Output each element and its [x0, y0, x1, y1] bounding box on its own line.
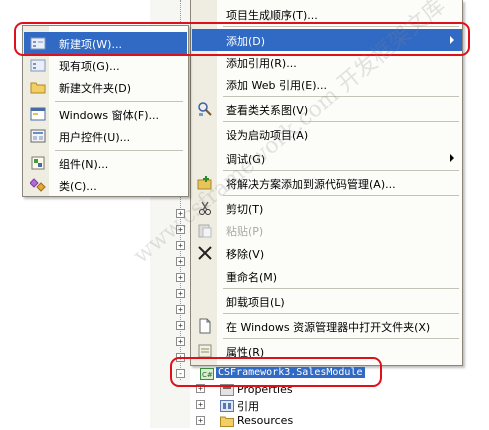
menu-separator — [223, 121, 459, 122]
menu-separator — [223, 313, 459, 314]
menu-item-add-web-reference[interactable]: 添加 Web 引用(E)... — [192, 73, 462, 95]
submenu-item-new-folder[interactable]: 新建文件夹(D) — [24, 76, 187, 98]
menu-item-unload-project[interactable]: 卸载项目(L) — [192, 290, 462, 312]
menu-item-cut[interactable]: 剪切(T) — [192, 197, 462, 219]
submenu-item-user-control[interactable]: 用户控件(U)... — [24, 125, 187, 147]
class-icon — [29, 177, 46, 193]
menu-separator — [55, 150, 183, 151]
menu-separator — [223, 338, 459, 339]
annotation-highlight-project — [170, 357, 382, 387]
tree-expander[interactable]: + — [176, 257, 185, 266]
windows-form-icon — [30, 106, 46, 122]
tree-expander[interactable]: + — [176, 321, 185, 330]
user-control-icon — [30, 128, 46, 144]
menu-separator — [223, 96, 459, 97]
scissors-icon — [197, 200, 213, 216]
menu-item-rename[interactable]: 重命名(M) — [192, 265, 462, 287]
tree-expander[interactable]: + — [176, 225, 185, 234]
tree-item-references[interactable]: 引用 — [237, 398, 259, 414]
paste-icon — [197, 222, 213, 238]
submenu-item-existing-item[interactable]: 现有项(G)... — [24, 54, 187, 76]
folder-icon — [30, 79, 46, 95]
menu-separator — [223, 288, 459, 289]
submenu-item-class[interactable]: 类(C)... — [24, 174, 187, 196]
menu-item-set-startup[interactable]: 设为启动项目(A) — [192, 123, 462, 145]
submenu-arrow-icon — [450, 154, 454, 162]
tree-expander[interactable]: + — [196, 416, 205, 425]
submenu-item-windows-form[interactable]: Windows 窗体(F)... — [24, 103, 187, 125]
tree-expander[interactable]: + — [176, 273, 185, 282]
menu-item-add-to-source-control[interactable]: 将解决方案添加到源代码管理(A)... — [192, 172, 462, 194]
component-icon — [30, 155, 46, 171]
folder-icon — [220, 415, 234, 427]
tree-expander[interactable]: + — [176, 337, 185, 346]
menu-item-debug[interactable]: 调试(G) — [192, 147, 462, 169]
delete-x-icon — [197, 245, 213, 261]
tree-expander[interactable]: + — [176, 241, 185, 250]
document-icon — [197, 318, 213, 334]
annotation-highlight-add — [14, 22, 470, 56]
menu-separator — [55, 101, 183, 102]
submenu-item-component[interactable]: 组件(N)... — [24, 152, 187, 174]
menu-separator — [223, 195, 459, 196]
tree-expander[interactable]: + — [176, 305, 185, 314]
tree-expander[interactable]: + — [196, 400, 205, 409]
tree-item-resources[interactable]: Resources — [237, 414, 293, 427]
menu-item-remove[interactable]: 移除(V) — [192, 242, 462, 264]
menu-item-view-class-diagram[interactable]: 查看类关系图(V) — [192, 98, 462, 120]
tree-expander[interactable]: + — [176, 209, 185, 218]
class-diagram-icon — [197, 101, 213, 117]
menu-item-open-in-explorer[interactable]: 在 Windows 资源管理器中打开文件夹(X) — [192, 315, 462, 337]
menu-separator — [223, 170, 459, 171]
source-control-icon — [197, 175, 213, 191]
references-icon — [220, 400, 234, 412]
existing-item-icon — [30, 57, 46, 73]
menu-item-paste[interactable]: 粘贴(P) — [192, 219, 462, 241]
tree-expander[interactable]: + — [176, 289, 185, 298]
